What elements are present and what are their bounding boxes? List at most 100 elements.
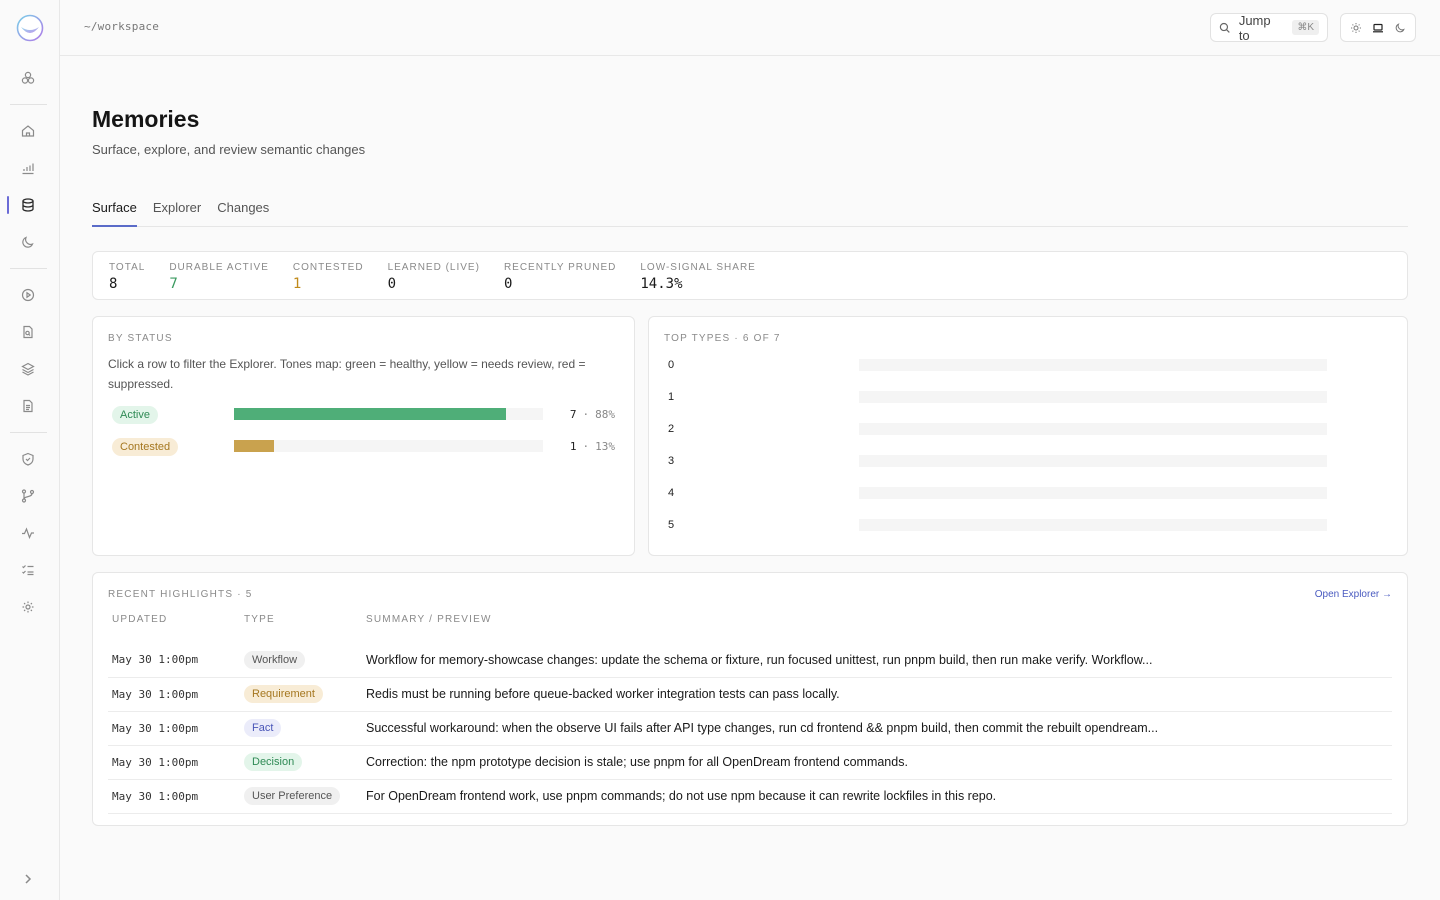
play-circle-icon[interactable]	[19, 286, 37, 304]
page-subtitle: Surface, explore, and review semantic ch…	[92, 142, 366, 157]
type-bar-track	[859, 455, 1327, 467]
updated-cell: May 30 1:00pm	[108, 779, 240, 814]
type-row[interactable]: 4	[664, 477, 1392, 509]
stat-durable-active: DURABLE ACTIVE 7	[169, 262, 269, 299]
type-row[interactable]: 0	[664, 349, 1392, 381]
table-header-row: UPDATED TYPE SUMMARY / PREVIEW	[108, 614, 1392, 643]
database-icon[interactable]	[19, 196, 37, 214]
laptop-icon[interactable]	[1368, 18, 1388, 38]
sun-icon[interactable]	[1346, 18, 1366, 38]
column-header: SUMMARY / PREVIEW	[366, 614, 492, 625]
type-badge: User Preference	[244, 787, 341, 805]
type-bar-track	[859, 519, 1327, 531]
status-count: 1	[569, 439, 577, 453]
tab-surface[interactable]: Surface	[92, 200, 137, 227]
stats-strip: TOTAL 8 DURABLE ACTIVE 7 CONTESTED 1 LEA…	[92, 251, 1408, 300]
status-bar-fill	[234, 408, 506, 420]
column-header: TYPE	[244, 614, 275, 625]
updated-cell: May 30 1:00pm	[108, 677, 240, 712]
separator-dot: ·	[582, 439, 590, 453]
tab-changes[interactable]: Changes	[217, 200, 269, 227]
table-row[interactable]: May 30 1:00pm Workflow Workflow for memo…	[108, 643, 1392, 678]
status-bar-track	[234, 408, 543, 420]
type-bar-track	[859, 423, 1327, 435]
highlights-table: UPDATED TYPE SUMMARY / PREVIEW May 30 1:…	[108, 614, 1392, 814]
type-row[interactable]: 2	[664, 413, 1392, 445]
stat-contested: CONTESTED 1	[293, 262, 364, 299]
by-status-card: BY STATUS Click a row to filter the Expl…	[92, 316, 635, 556]
gear-icon[interactable]	[19, 598, 37, 616]
status-count: 7	[569, 407, 577, 421]
status-percent: 88%	[595, 407, 615, 421]
stat-value: 1	[292, 276, 302, 292]
sidebar-divider	[10, 104, 47, 105]
status-row-contested[interactable]: Contested 1 · 13%	[108, 430, 619, 462]
table-row[interactable]: May 30 1:00pm Requirement Redis must be …	[108, 677, 1392, 712]
updated-cell: May 30 1:00pm	[108, 643, 240, 678]
summary-cell: For OpenDream frontend work, use pnpm co…	[362, 779, 1392, 814]
document-icon[interactable]	[19, 397, 37, 415]
status-bar-track	[234, 440, 543, 452]
tab-explorer[interactable]: Explorer	[153, 200, 201, 227]
table-row[interactable]: May 30 1:00pm User Preference For OpenDr…	[108, 779, 1392, 814]
stat-label: TOTAL	[109, 262, 146, 273]
chart-icon[interactable]	[19, 159, 37, 177]
type-name: 0	[668, 359, 675, 371]
section-label: RECENT HIGHLIGHTS · 5	[108, 589, 253, 600]
stat-learned-live: LEARNED (LIVE) 0	[388, 262, 480, 299]
hexagons-icon[interactable]	[19, 69, 37, 87]
status-percent: 13%	[595, 439, 615, 453]
checklist-icon[interactable]	[19, 561, 37, 579]
type-row[interactable]: 1	[664, 381, 1392, 413]
separator-dot: ·	[582, 407, 590, 421]
type-bar-track	[859, 359, 1327, 371]
layers-icon[interactable]	[19, 360, 37, 378]
moon-icon[interactable]	[19, 233, 37, 251]
file-search-icon[interactable]	[19, 323, 37, 341]
stat-label: LEARNED (LIVE)	[387, 262, 480, 273]
open-explorer-link[interactable]: Open Explorer →	[1315, 589, 1392, 600]
recent-highlights-card: RECENT HIGHLIGHTS · 5 Open Explorer → UP…	[92, 572, 1408, 826]
tab-bar: Surface Explorer Changes	[92, 200, 1408, 227]
section-label: BY STATUS	[108, 333, 173, 344]
moon-icon[interactable]	[1390, 18, 1410, 38]
status-pill: Contested	[112, 437, 179, 456]
summary-cell: Workflow for memory-showcase changes: up…	[362, 643, 1392, 678]
status-meta: 7 · 88%	[570, 408, 619, 421]
stat-value: 0	[387, 276, 397, 292]
sidebar-divider	[10, 268, 47, 269]
activity-icon[interactable]	[19, 524, 37, 542]
page-title: Memories	[92, 106, 200, 132]
stat-recently-pruned: RECENTLY PRUNED 0	[504, 262, 616, 299]
stat-total: TOTAL 8	[109, 262, 145, 299]
updated-cell: May 30 1:00pm	[108, 711, 240, 746]
type-name: 2	[668, 423, 675, 435]
git-branch-icon[interactable]	[19, 487, 37, 505]
top-bar: ~/workspace Jump to ⌘K	[60, 0, 1440, 56]
stat-value: 8	[109, 276, 118, 292]
active-indicator	[7, 196, 9, 214]
stat-value: 0	[503, 276, 513, 292]
section-label: TOP TYPES · 6 OF 7	[664, 333, 781, 344]
stat-label: RECENTLY PRUNED	[503, 262, 617, 273]
stat-label: DURABLE ACTIVE	[169, 262, 269, 273]
stat-label: LOW-SIGNAL SHARE	[640, 262, 756, 273]
type-row[interactable]: 5	[664, 509, 1392, 541]
jump-to-label: Jump to	[1238, 12, 1271, 43]
type-name: 4	[668, 487, 675, 499]
top-types-card: TOP TYPES · 6 OF 7 0 1 2 3 4 5	[648, 316, 1408, 556]
table-row[interactable]: May 30 1:00pm Decision Correction: the n…	[108, 745, 1392, 780]
column-header: UPDATED	[112, 614, 168, 625]
app-logo[interactable]	[16, 14, 44, 42]
status-row-active[interactable]: Active 7 · 88%	[108, 398, 619, 430]
jump-to-button[interactable]: Jump to ⌘K	[1210, 12, 1328, 43]
type-row[interactable]: 3	[664, 445, 1392, 477]
summary-cell: Correction: the npm prototype decision i…	[362, 745, 1392, 780]
home-icon[interactable]	[19, 122, 37, 140]
stat-low-signal-share: LOW-SIGNAL SHARE 14.3%	[640, 262, 755, 299]
chevron-right-icon[interactable]	[19, 870, 37, 888]
shield-icon[interactable]	[19, 450, 37, 468]
type-badge: Requirement	[244, 685, 323, 703]
table-row[interactable]: May 30 1:00pm Fact Successful workaround…	[108, 711, 1392, 746]
summary-cell: Redis must be running before queue-backe…	[362, 677, 1392, 712]
